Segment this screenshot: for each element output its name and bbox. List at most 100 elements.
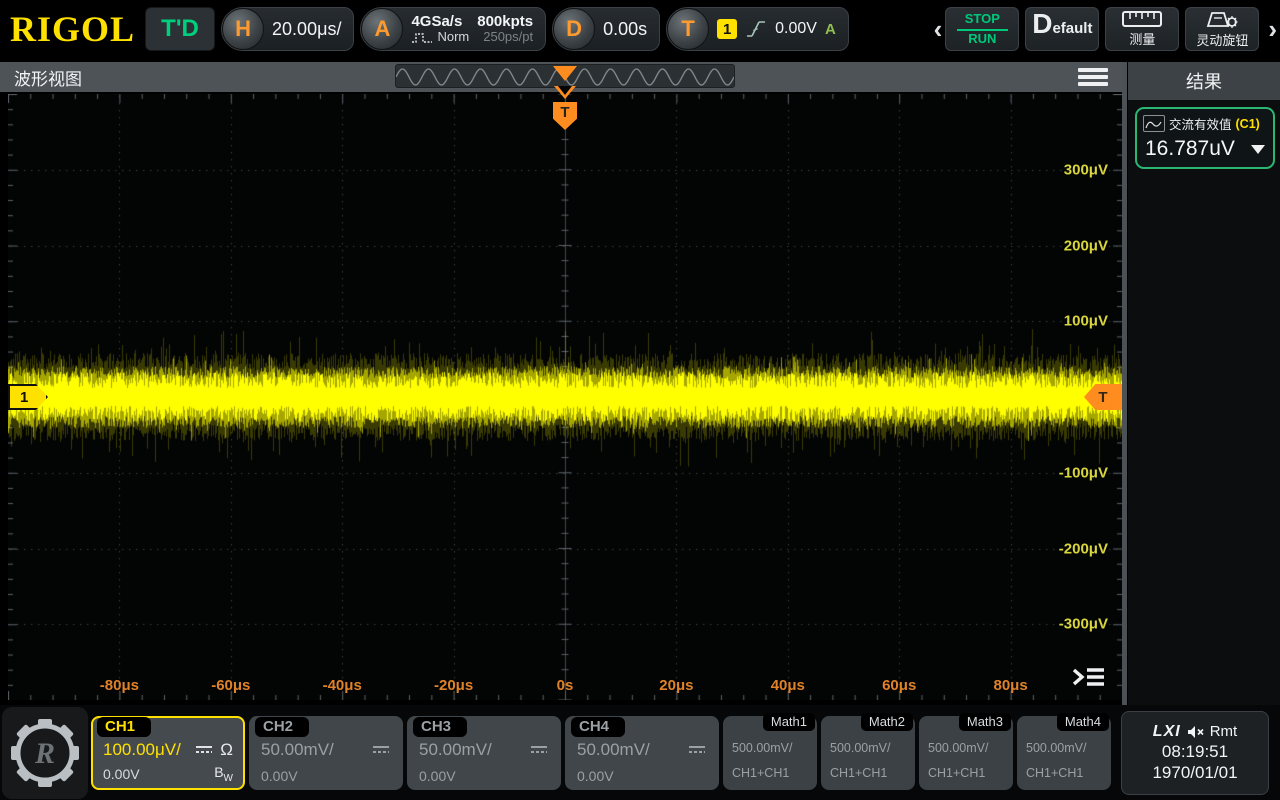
- memory-depth-value: 800kpts: [477, 13, 533, 30]
- results-panel: 结果 交流有效值 (C1) 16.787uV: [1128, 62, 1280, 705]
- measurement-dropdown-icon[interactable]: [1251, 145, 1265, 154]
- rigol-menu-button[interactable]: R: [2, 707, 88, 799]
- horizontal-scale-button[interactable]: H 20.00μs/: [221, 7, 354, 51]
- measurement-source: (C1): [1236, 117, 1260, 131]
- trigger-key-label: T: [681, 16, 694, 42]
- system-time: 08:19:51: [1162, 742, 1228, 762]
- graticule[interactable]: -80μs -60μs -40μs -20μs 0s 20μs 40μs 60μ…: [8, 94, 1122, 700]
- remote-status-label: Rmt: [1210, 723, 1238, 740]
- dc-coupling-icon: [371, 744, 391, 755]
- channel-button-ch3[interactable]: CH3 50.00mV/ 0.00V: [407, 716, 561, 790]
- toolbar-scroll-left-icon[interactable]: ‹: [931, 7, 946, 51]
- channel-tab-label: CH3: [413, 717, 467, 737]
- measurement-thumbnail-icon: [1143, 115, 1165, 132]
- rigol-gear-icon: R: [8, 716, 82, 790]
- horizontal-knob[interactable]: H: [222, 8, 264, 50]
- delay-button[interactable]: D 0.00s: [552, 7, 660, 51]
- acquisition-knob[interactable]: A: [361, 8, 403, 50]
- channel-offset: 0.00V: [261, 768, 298, 784]
- channel-scale: 50.00mV/: [419, 740, 492, 760]
- channel-offset: 0.00V: [419, 768, 456, 784]
- toolbar-scroll-right-icon[interactable]: ›: [1265, 7, 1280, 51]
- menu-icon[interactable]: [1078, 68, 1108, 86]
- measure-label: 测量: [1129, 29, 1155, 48]
- math-button-math1[interactable]: Math1 500.00mV/ CH1+CH1: [723, 716, 817, 790]
- channel-button-ch4[interactable]: CH4 50.00mV/ 0.00V: [565, 716, 719, 790]
- expand-menu-icon[interactable]: [1070, 664, 1108, 692]
- math-button-math3[interactable]: Math3 500.00mV/ CH1+CH1: [919, 716, 1013, 790]
- trigger-flag-icon[interactable]: T: [553, 102, 577, 130]
- x-axis-label: 20μs: [659, 677, 693, 694]
- x-axis-label: 80μs: [993, 677, 1027, 694]
- acquisition-button[interactable]: A 4GSa/s Norm 800kpts 250ps/pt: [360, 7, 546, 51]
- math-expression: CH1+CH1: [830, 766, 911, 780]
- trigger-sweep-mode: A: [825, 21, 836, 38]
- y-axis-label: -300μV: [1059, 616, 1108, 633]
- dc-coupling-icon: [687, 744, 707, 755]
- horizontal-scale-value: 20.00μs/: [272, 19, 341, 40]
- trigger-button[interactable]: T 1 0.00V A: [666, 7, 849, 51]
- speaker-muted-icon: [1187, 725, 1204, 739]
- measurement-value: 16.787uV: [1145, 137, 1235, 161]
- x-axis-label: 0s: [557, 677, 574, 694]
- knob-gear-icon: [1204, 10, 1240, 28]
- measure-button[interactable]: 测量: [1105, 7, 1179, 51]
- y-axis-label: -200μV: [1059, 540, 1108, 557]
- preview-trigger-position-icon[interactable]: [553, 66, 577, 81]
- rigol-logo: RIGOL: [10, 8, 135, 50]
- math-expression: CH1+CH1: [1026, 766, 1107, 780]
- channel-button-ch2[interactable]: CH2 50.00mV/ 0.00V: [249, 716, 403, 790]
- system-date: 1970/01/01: [1152, 763, 1237, 783]
- math-tab-label: Math2: [861, 713, 913, 731]
- results-panel-title: 结果: [1128, 62, 1280, 100]
- rising-edge-icon: [745, 18, 767, 40]
- x-axis-label: -60μs: [211, 677, 250, 694]
- top-bar: RIGOL T'D H 20.00μs/ A 4GSa/s Norm 800kp…: [0, 0, 1280, 58]
- bandwidth-label: BW: [214, 764, 233, 784]
- dc-coupling-icon: [194, 744, 214, 755]
- toolbar-right-group: ‹ STOP RUN Default 测量 灵动旋钮 ›: [931, 7, 1280, 51]
- acquisition-key-label: A: [375, 16, 391, 42]
- trigger-knob[interactable]: T: [667, 8, 709, 50]
- default-button[interactable]: Default: [1025, 7, 1099, 51]
- channel-scale: 50.00mV/: [577, 740, 650, 760]
- trigger-position-marker[interactable]: T: [552, 86, 578, 130]
- y-axis-label: -100μV: [1059, 464, 1108, 481]
- channel-tab-label: CH1: [97, 717, 151, 737]
- waveform-trace-canvas: [8, 94, 1122, 700]
- channel-tab-label: CH2: [255, 717, 309, 737]
- x-axis-label: 40μs: [771, 677, 805, 694]
- measurement-card[interactable]: 交流有效值 (C1) 16.787uV: [1135, 107, 1275, 169]
- math-tab-label: Math4: [1057, 713, 1109, 731]
- math-button-math2[interactable]: Math2 500.00mV/ CH1+CH1: [821, 716, 915, 790]
- waveform-overview-strip[interactable]: [395, 64, 735, 88]
- math-scale: 500.00mV/: [1026, 741, 1107, 755]
- lxi-logo: LXI: [1153, 723, 1181, 741]
- dc-coupling-icon: [529, 744, 549, 755]
- panel-divider[interactable]: [1122, 62, 1127, 705]
- sample-rate-value: 4GSa/s: [411, 13, 469, 30]
- tab-waveform-view[interactable]: 波形视图: [14, 62, 82, 92]
- math-button-math4[interactable]: Math4 500.00mV/ CH1+CH1: [1017, 716, 1111, 790]
- y-axis-label: 100μV: [1064, 313, 1108, 330]
- x-axis-label: -80μs: [100, 677, 139, 694]
- stop-run-button[interactable]: STOP RUN: [945, 7, 1019, 51]
- status-clock-panel[interactable]: LXI Rmt 08:19:51 1970/01/01: [1121, 711, 1269, 795]
- svg-text:R: R: [34, 737, 55, 770]
- x-axis-label: -20μs: [434, 677, 473, 694]
- default-label-initial: D: [1032, 8, 1052, 40]
- flex-knob-button[interactable]: 灵动旋钮: [1185, 7, 1259, 51]
- run-label: RUN: [968, 31, 996, 47]
- math-expression: CH1+CH1: [732, 766, 813, 780]
- delay-value: 0.00s: [603, 19, 647, 40]
- channel-button-ch1[interactable]: CH1 100.00μV/ Ω 0.00V BW: [91, 716, 245, 790]
- delay-knob[interactable]: D: [553, 8, 595, 50]
- acquisition-mode-value: Norm: [437, 30, 469, 45]
- bottom-bar: R CH1 100.00μV/ Ω 0.00V BW: [0, 705, 1280, 800]
- math-scale: 500.00mV/: [928, 741, 1009, 755]
- x-axis-label: 60μs: [882, 677, 916, 694]
- stop-label: STOP: [957, 11, 1008, 30]
- channel-tab-label: CH4: [571, 717, 625, 737]
- trigger-level-value: 0.00V: [775, 20, 817, 38]
- impedance-label: Ω: [220, 740, 233, 760]
